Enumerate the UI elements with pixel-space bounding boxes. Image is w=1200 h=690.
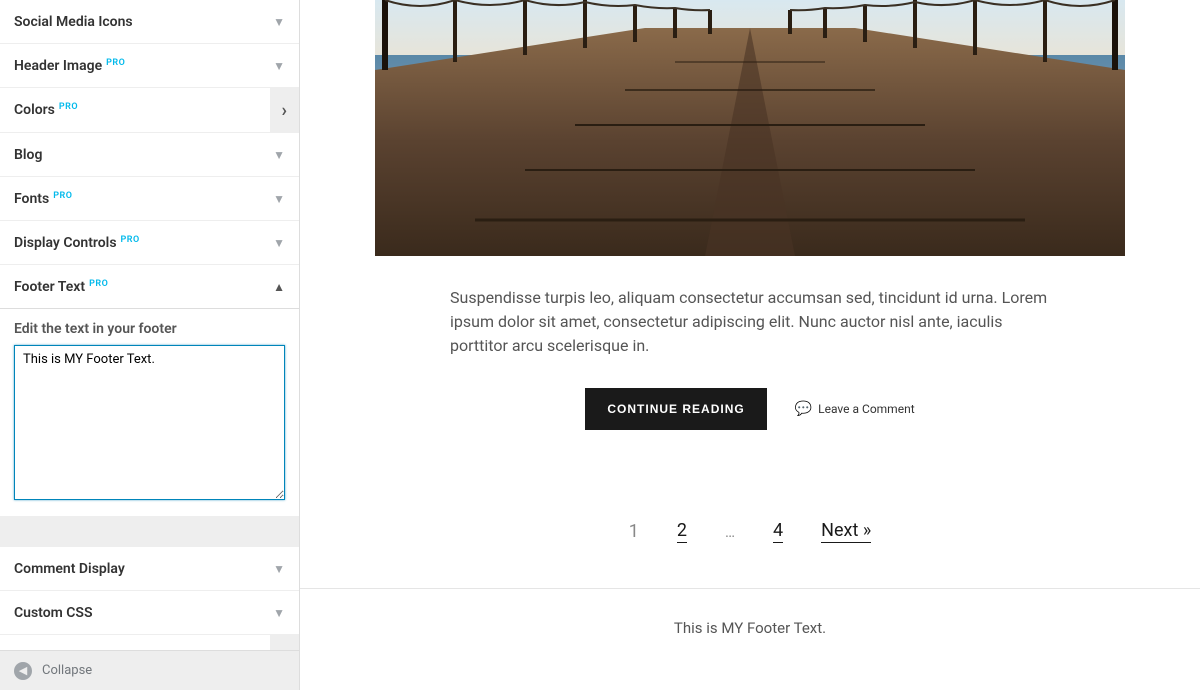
sidebar-item-footer-text[interactable]: Footer Text PRO ▲ (0, 265, 299, 309)
continue-reading-button[interactable]: CONTINUE READING (585, 388, 766, 430)
comment-link-label: Leave a Comment (818, 402, 914, 416)
page-current: 1 (629, 521, 639, 542)
collapse-button[interactable]: ◀ Collapse (0, 650, 299, 690)
page-link-2[interactable]: 2 (677, 520, 687, 543)
sidebar-item-custom-css[interactable]: Custom CSS ▼ (0, 591, 299, 635)
footer-text-label: Edit the text in your footer (14, 321, 285, 337)
post-featured-image (375, 0, 1125, 256)
sidebar-item-label: Fonts (14, 191, 49, 207)
sidebar-item-display-controls[interactable]: Display Controls PRO ▼ (0, 221, 299, 265)
chevron-right-icon: › (270, 635, 299, 650)
comment-icon: 💬 (795, 401, 812, 417)
panel-gap (0, 517, 299, 547)
chevron-down-icon: ▼ (273, 236, 285, 250)
sidebar-item-comment-display[interactable]: Comment Display ▼ (0, 547, 299, 591)
sidebar-item-fonts[interactable]: Fonts PRO ▼ (0, 177, 299, 221)
footer-text-panel: Edit the text in your footer (0, 309, 299, 517)
collapse-icon: ◀ (14, 662, 32, 680)
preview-pane: Suspendisse turpis leo, aliquam consecte… (300, 0, 1200, 690)
customizer-sidebar: Social Media Icons ▼ Header Image PRO ▼ C… (0, 0, 300, 690)
sidebar-item-label: Comment Display (14, 561, 125, 577)
pro-badge: PRO (53, 191, 72, 201)
site-footer: This is MY Footer Text. (300, 588, 1200, 667)
pagination-dots: … (725, 523, 735, 541)
sidebar-item-label: Custom CSS (14, 605, 93, 621)
chevron-down-icon: ▼ (273, 148, 285, 162)
sidebar-item-label: Blog (14, 147, 42, 163)
pro-badge: PRO (121, 235, 140, 245)
page-next[interactable]: Next » (821, 520, 871, 543)
sidebar-item-label: Display Controls (14, 235, 117, 251)
sidebar-item-header-image[interactable]: Header Image PRO ▼ (0, 44, 299, 88)
sidebar-item-widgets[interactable]: Widgets › (0, 635, 299, 650)
pagination: 1 2 … 4 Next » (629, 520, 872, 543)
footer-text: This is MY Footer Text. (674, 619, 826, 637)
pro-badge: PRO (59, 102, 78, 112)
footer-text-input[interactable] (14, 345, 285, 500)
collapse-label: Collapse (42, 663, 92, 678)
chevron-right-icon: › (270, 88, 299, 132)
leave-comment-link[interactable]: 💬 Leave a Comment (795, 401, 915, 417)
chevron-up-icon: ▲ (273, 280, 285, 294)
chevron-down-icon: ▼ (273, 606, 285, 620)
sidebar-item-social-media-icons[interactable]: Social Media Icons ▼ (0, 0, 299, 44)
sidebar-content: Social Media Icons ▼ Header Image PRO ▼ C… (0, 0, 299, 650)
post-excerpt: Suspendisse turpis leo, aliquam consecte… (450, 286, 1050, 358)
sidebar-item-label: Colors (14, 102, 55, 118)
chevron-down-icon: ▼ (273, 192, 285, 206)
page-link-4[interactable]: 4 (773, 520, 783, 543)
chevron-down-icon: ▼ (273, 562, 285, 576)
post-text: Suspendisse turpis leo, aliquam consecte… (450, 286, 1050, 358)
pro-badge: PRO (89, 279, 108, 289)
sidebar-item-blog[interactable]: Blog ▼ (0, 133, 299, 177)
pro-badge: PRO (106, 58, 125, 68)
sidebar-item-label: Footer Text (14, 279, 85, 295)
chevron-down-icon: ▼ (273, 15, 285, 29)
sidebar-item-colors[interactable]: Colors PRO › (0, 88, 299, 133)
sidebar-item-label: Header Image (14, 58, 102, 74)
chevron-down-icon: ▼ (273, 59, 285, 73)
sidebar-item-label: Social Media Icons (14, 14, 133, 30)
post-actions: CONTINUE READING 💬 Leave a Comment (585, 388, 914, 430)
